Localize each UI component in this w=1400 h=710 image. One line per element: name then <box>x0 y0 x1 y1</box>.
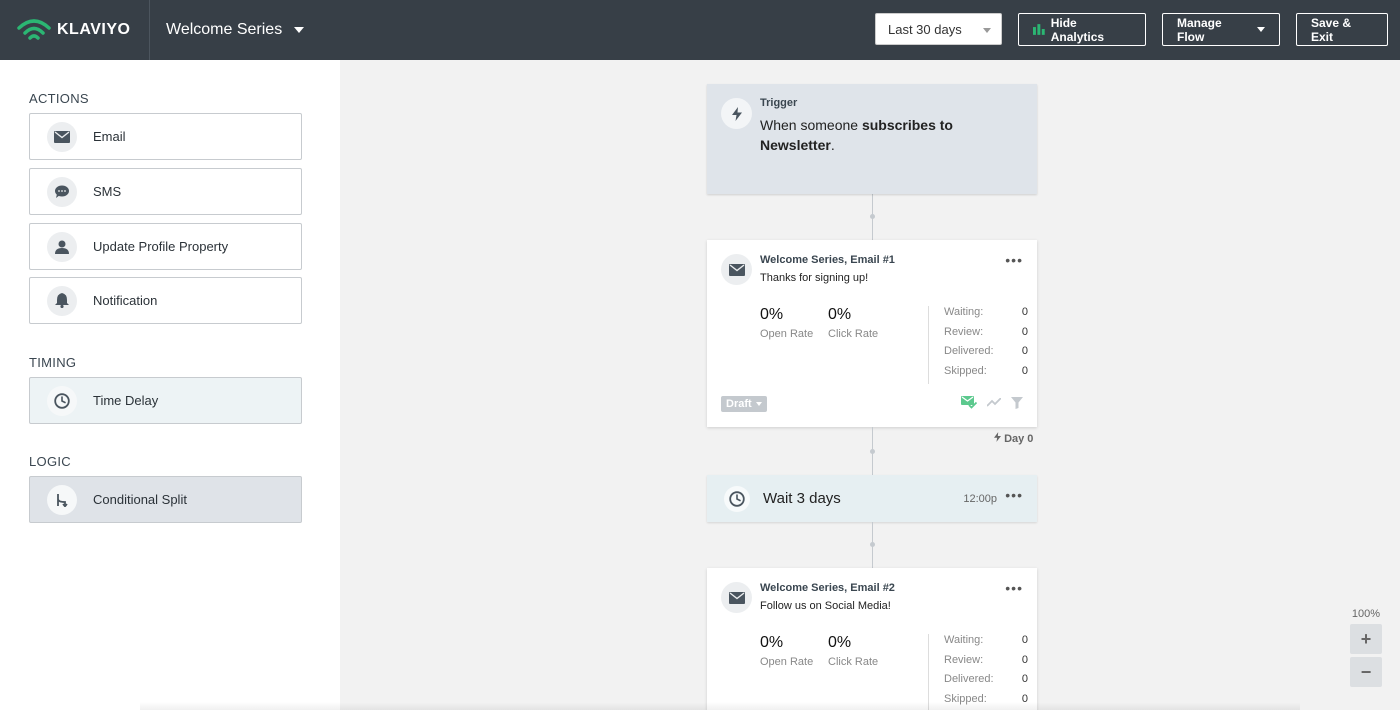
click-rate-label: Click Rate <box>828 656 879 668</box>
open-rate-value: 0% <box>760 306 784 323</box>
zoom-level: 100% <box>1351 608 1381 620</box>
manage-flow-button[interactable]: Manage Flow <box>1162 13 1280 46</box>
person-icon <box>47 231 77 262</box>
time-delay-label: Time Delay <box>93 393 159 408</box>
open-rate-label: Open Rate <box>760 328 814 340</box>
action-update-profile-property[interactable]: Update Profile Property <box>29 223 302 270</box>
day-label-text: Day 0 <box>1004 433 1034 445</box>
open-rate-metric: 0% Open Rate <box>760 306 813 340</box>
date-range-select[interactable]: Last 30 days <box>875 13 1002 45</box>
stat-row: Review: 0 <box>944 653 1028 666</box>
click-rate-value: 0% <box>828 634 852 651</box>
email-subject: Thanks for signing up! <box>760 272 869 284</box>
zoom-in-button[interactable]: + <box>1350 624 1382 654</box>
trigger-description: When someone subscribes to Newsletter. <box>760 117 953 153</box>
trend-icon[interactable] <box>987 397 1001 408</box>
click-rate-value: 0% <box>828 306 852 323</box>
stat-row: Waiting: 0 <box>944 306 1028 318</box>
envelope-icon <box>721 254 752 285</box>
status-label: Draft <box>726 398 752 410</box>
status-badge[interactable]: Draft <box>721 396 767 412</box>
timing-time-delay[interactable]: Time Delay <box>29 377 302 424</box>
lightning-icon <box>994 432 1001 442</box>
wifi-logo-icon <box>17 19 51 40</box>
click-rate-metric: 0% Click Rate <box>828 634 878 668</box>
chevron-down-icon <box>983 28 991 33</box>
trigger-card[interactable]: Trigger When someone subscribes to Newsl… <box>707 84 1037 194</box>
action-email-label: Email <box>93 129 126 144</box>
delivery-stats: Waiting: 0 Review: 0 Delivered: 0 Skipped: 0 <box>928 634 1028 710</box>
bar-chart-icon <box>1033 24 1045 35</box>
filter-icon[interactable] <box>1011 396 1023 409</box>
hide-analytics-button[interactable]: Hide Analytics <box>1018 13 1146 46</box>
connector-dot <box>870 542 875 547</box>
date-range-value: Last 30 days <box>888 21 962 37</box>
open-rate-value: 0% <box>760 634 784 651</box>
logic-title: LOGIC <box>29 454 71 469</box>
envelope-icon <box>721 582 752 613</box>
chat-bubble-icon <box>47 176 77 207</box>
email-card-2[interactable]: Welcome Series, Email #2 Follow us on So… <box>707 568 1037 710</box>
email-subject: Follow us on Social Media! <box>760 600 891 612</box>
stat-row: Waiting: 0 <box>944 634 1028 646</box>
action-sms[interactable]: SMS <box>29 168 302 215</box>
stat-row: Delivered: 0 <box>944 345 1028 357</box>
chevron-down-icon <box>755 402 762 406</box>
flow-name: Welcome Series <box>166 21 283 38</box>
logic-conditional-split[interactable]: Conditional Split <box>29 476 302 523</box>
open-rate-label: Open Rate <box>760 656 814 668</box>
trigger-label: Trigger <box>760 97 798 109</box>
more-options-icon[interactable]: ••• <box>1005 580 1023 596</box>
click-rate-label: Click Rate <box>828 328 879 340</box>
flow-canvas[interactable]: Trigger When someone subscribes to Newsl… <box>340 60 1400 710</box>
click-rate-metric: 0% Click Rate <box>828 306 878 340</box>
save-exit-button[interactable]: Save & Exit <box>1296 13 1388 46</box>
day-label: Day 0 <box>994 432 1033 445</box>
email-name: Welcome Series, Email #2 <box>760 582 895 594</box>
more-options-icon[interactable]: ••• <box>1005 487 1023 503</box>
flow-name-dropdown[interactable]: Welcome Series <box>166 21 305 39</box>
brand-name: KLAVIYO <box>57 21 131 38</box>
action-sms-label: SMS <box>93 184 122 199</box>
conditional-split-label: Conditional Split <box>93 492 187 507</box>
connector-dot <box>870 449 875 454</box>
action-email[interactable]: Email <box>29 113 302 160</box>
envelope-icon <box>47 121 77 152</box>
split-icon <box>47 484 77 515</box>
delivery-stats: Waiting: 0 Review: 0 Delivered: 0 Skipped: 0 <box>928 306 1028 384</box>
lightning-icon <box>721 98 752 129</box>
chevron-down-icon <box>294 27 305 33</box>
clock-icon <box>47 385 77 416</box>
stat-row: Review: 0 <box>944 325 1028 338</box>
card-actions <box>961 396 1023 409</box>
stat-row: Delivered: 0 <box>944 673 1028 685</box>
open-rate-metric: 0% Open Rate <box>760 634 813 668</box>
clock-icon <box>724 485 750 512</box>
hide-analytics-label: Hide Analytics <box>1050 15 1105 44</box>
zoom-controls: 100% + − <box>1350 608 1382 690</box>
more-options-icon[interactable]: ••• <box>1005 252 1023 268</box>
action-update-profile-property-label: Update Profile Property <box>93 239 229 254</box>
wait-time: 12:00p <box>963 492 997 505</box>
time-delay-card[interactable]: Wait 3 days 12:00p ••• <box>707 475 1037 522</box>
bell-icon <box>47 285 77 316</box>
top-bar: KLAVIYO Welcome Series Last 30 days Hide… <box>0 0 1400 60</box>
wait-label: Wait 3 days <box>763 490 841 507</box>
connector-dot <box>870 214 875 219</box>
zoom-out-button[interactable]: − <box>1350 657 1382 687</box>
chevron-down-icon <box>1257 27 1265 32</box>
action-notification[interactable]: Notification <box>29 277 302 324</box>
bottom-shadow <box>140 702 1300 710</box>
sidebar: ACTIONS Email SMS Update Profile Propert… <box>0 60 340 710</box>
action-notification-label: Notification <box>93 293 158 308</box>
manage-flow-label: Manage Flow <box>1177 15 1222 44</box>
timing-title: TIMING <box>29 355 77 370</box>
email-check-icon[interactable] <box>961 396 977 409</box>
stat-row: Skipped: 0 <box>944 364 1028 377</box>
actions-title: ACTIONS <box>29 91 89 106</box>
email-name: Welcome Series, Email #1 <box>760 254 895 266</box>
save-exit-label: Save & Exit <box>1311 15 1352 44</box>
klaviyo-logo[interactable]: KLAVIYO <box>0 0 150 60</box>
email-card-1[interactable]: Welcome Series, Email #1 Thanks for sign… <box>707 240 1037 427</box>
